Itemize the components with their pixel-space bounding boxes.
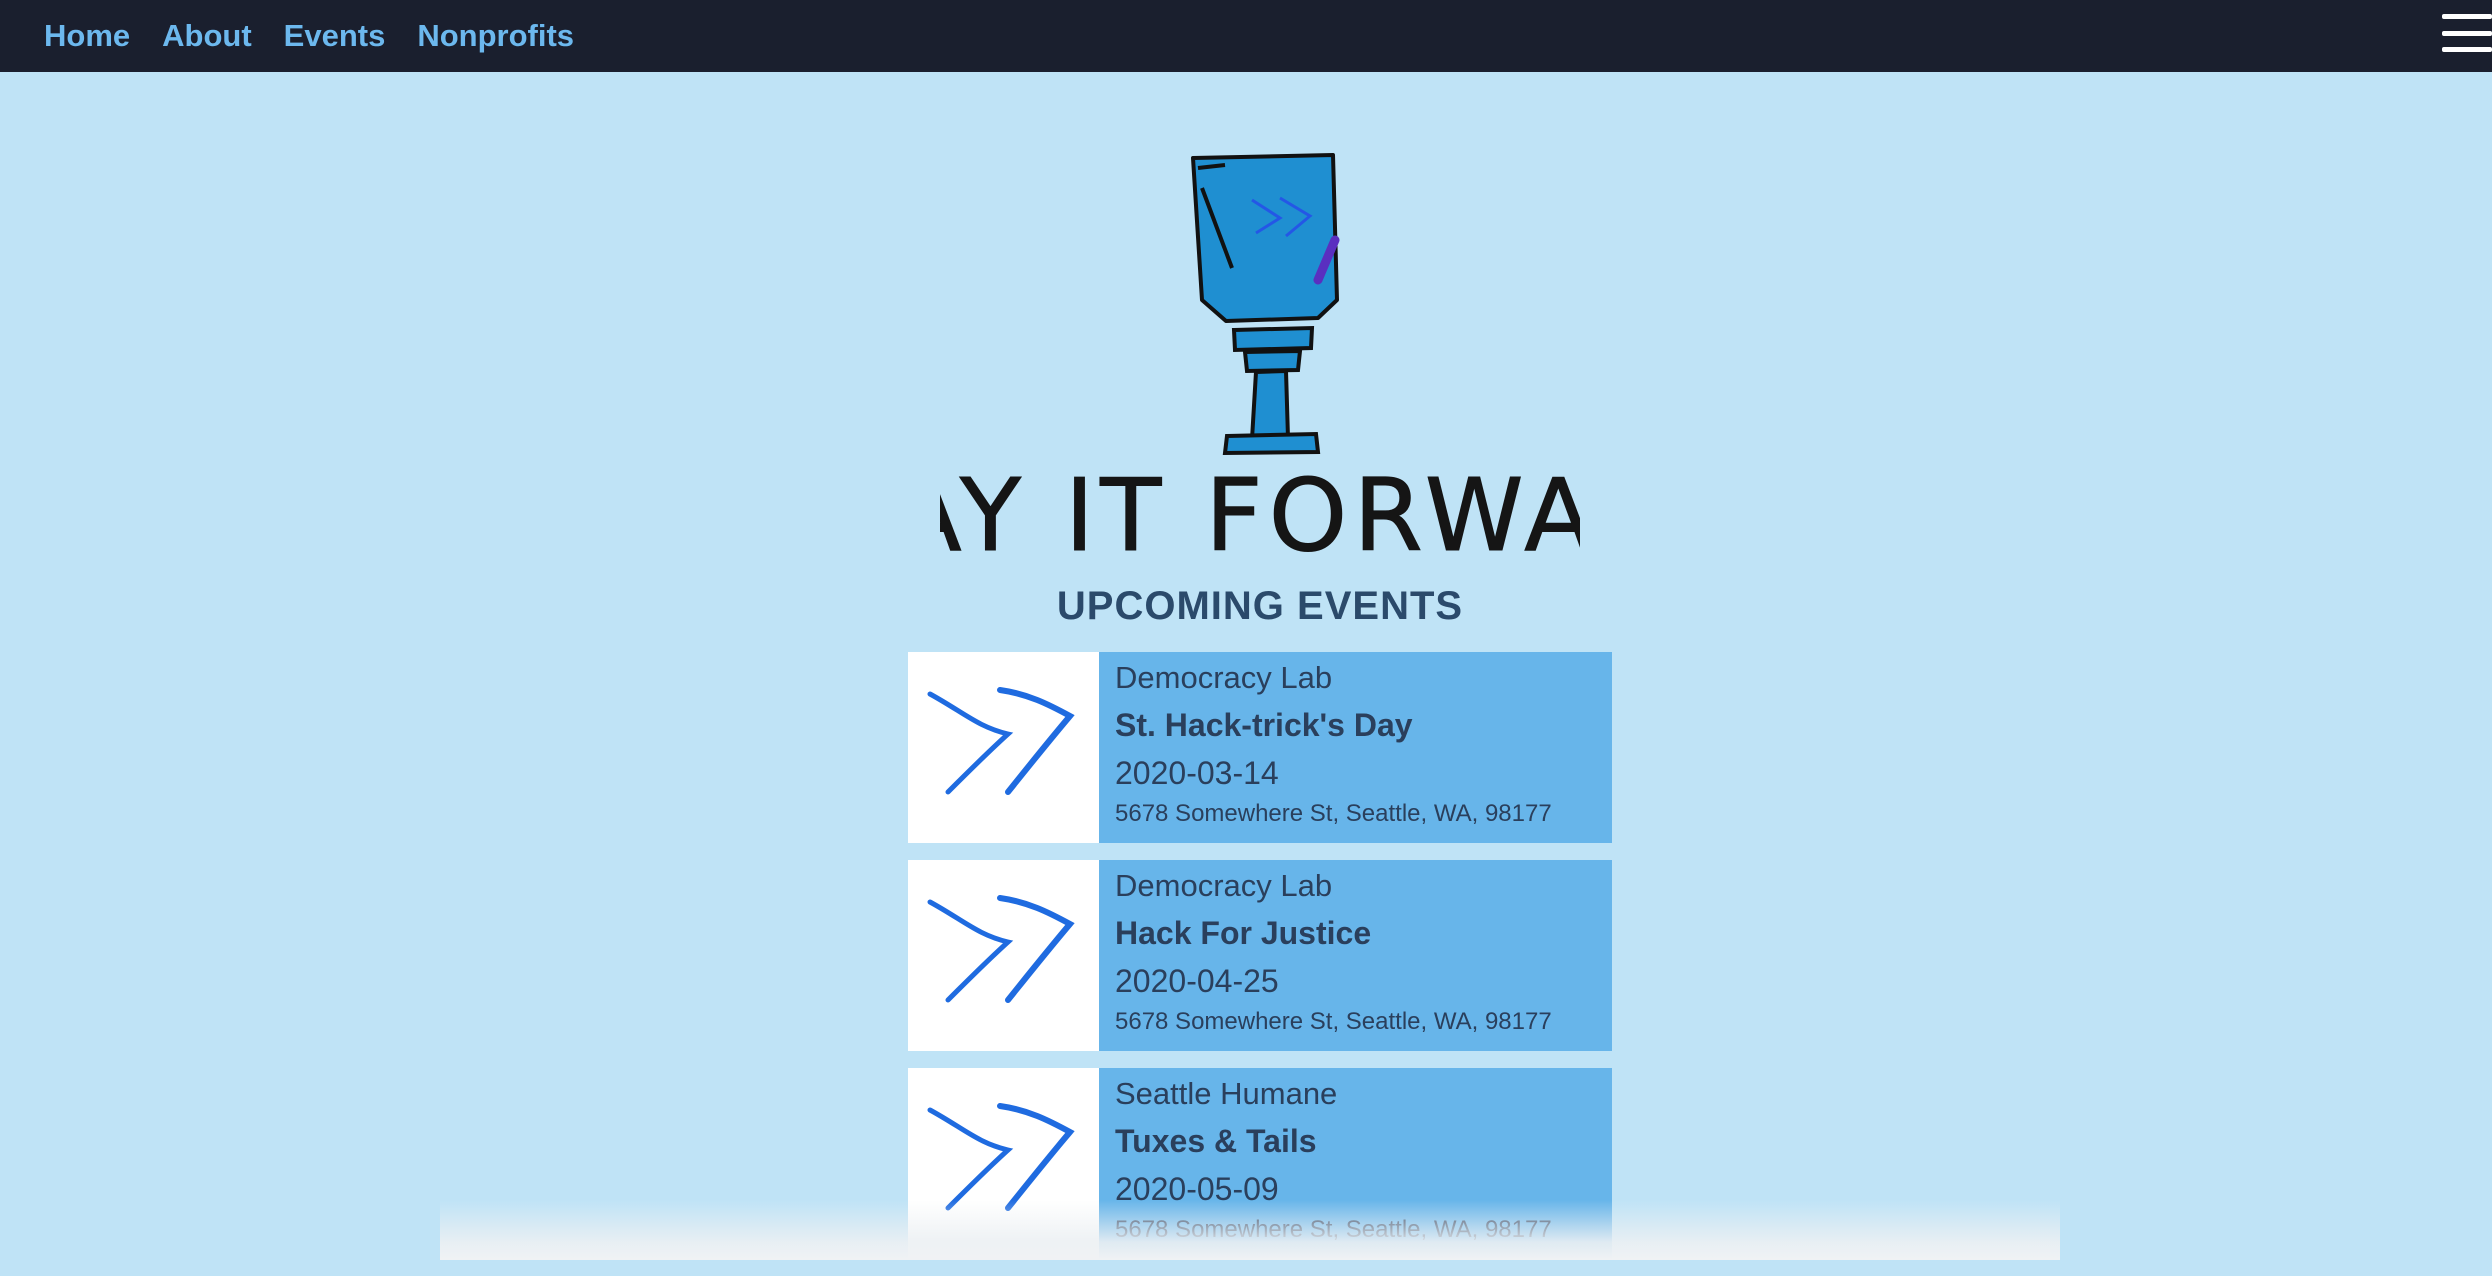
event-name: Tuxes & Tails xyxy=(1115,1123,1317,1159)
event-address: 5678 Somewhere St, Seattle, WA, 98177 xyxy=(1115,1008,1552,1035)
section-title-upcoming-events: UPCOMING EVENTS xyxy=(1056,584,1464,628)
nav-link-home[interactable]: Home xyxy=(44,18,130,54)
hamburger-menu-icon[interactable] xyxy=(2442,14,2492,52)
event-list: Democracy Lab St. Hack-trick's Day 2020-… xyxy=(908,652,1612,1276)
event-org: Democracy Lab xyxy=(1115,868,1333,903)
event-date: 2020-04-25 xyxy=(1115,963,1279,999)
nav-link-nonprofits[interactable]: Nonprofits xyxy=(417,18,574,54)
event-thumbnail xyxy=(908,652,1099,843)
double-chevron-icon xyxy=(927,1103,1075,1211)
double-chevron-icon xyxy=(927,895,1075,1003)
event-card[interactable]: Democracy Lab St. Hack-trick's Day 2020-… xyxy=(908,652,1612,843)
event-address: 5678 Somewhere St, Seattle, WA, 98177 xyxy=(1115,1216,1552,1243)
nav-link-events[interactable]: Events xyxy=(284,18,386,54)
brand-logo: PLAY IT FORWARD xyxy=(940,140,1580,580)
event-org: Democracy Lab xyxy=(1115,660,1333,695)
event-card[interactable]: Democracy Lab Hack For Justice 2020-04-2… xyxy=(908,860,1612,1051)
event-name: St. Hack-trick's Day xyxy=(1115,707,1413,743)
event-address: 5678 Somewhere St, Seattle, WA, 98177 xyxy=(1115,800,1552,827)
brand-wordmark: PLAY IT FORWARD xyxy=(940,457,1580,574)
nav-link-about[interactable]: About xyxy=(162,18,252,54)
trophy-logo-icon: PLAY IT FORWARD xyxy=(940,153,1580,575)
top-navbar: Home About Events Nonprofits xyxy=(0,0,2492,72)
event-card[interactable]: Seattle Humane Tuxes & Tails 2020-05-09 … xyxy=(908,1068,1612,1259)
event-thumbnail xyxy=(908,860,1099,1051)
event-org: Seattle Humane xyxy=(1115,1076,1338,1111)
event-name: Hack For Justice xyxy=(1115,915,1372,951)
event-date: 2020-03-14 xyxy=(1115,755,1279,791)
event-date: 2020-05-09 xyxy=(1115,1171,1279,1207)
double-chevron-icon xyxy=(927,687,1075,795)
event-thumbnail xyxy=(908,1068,1099,1259)
